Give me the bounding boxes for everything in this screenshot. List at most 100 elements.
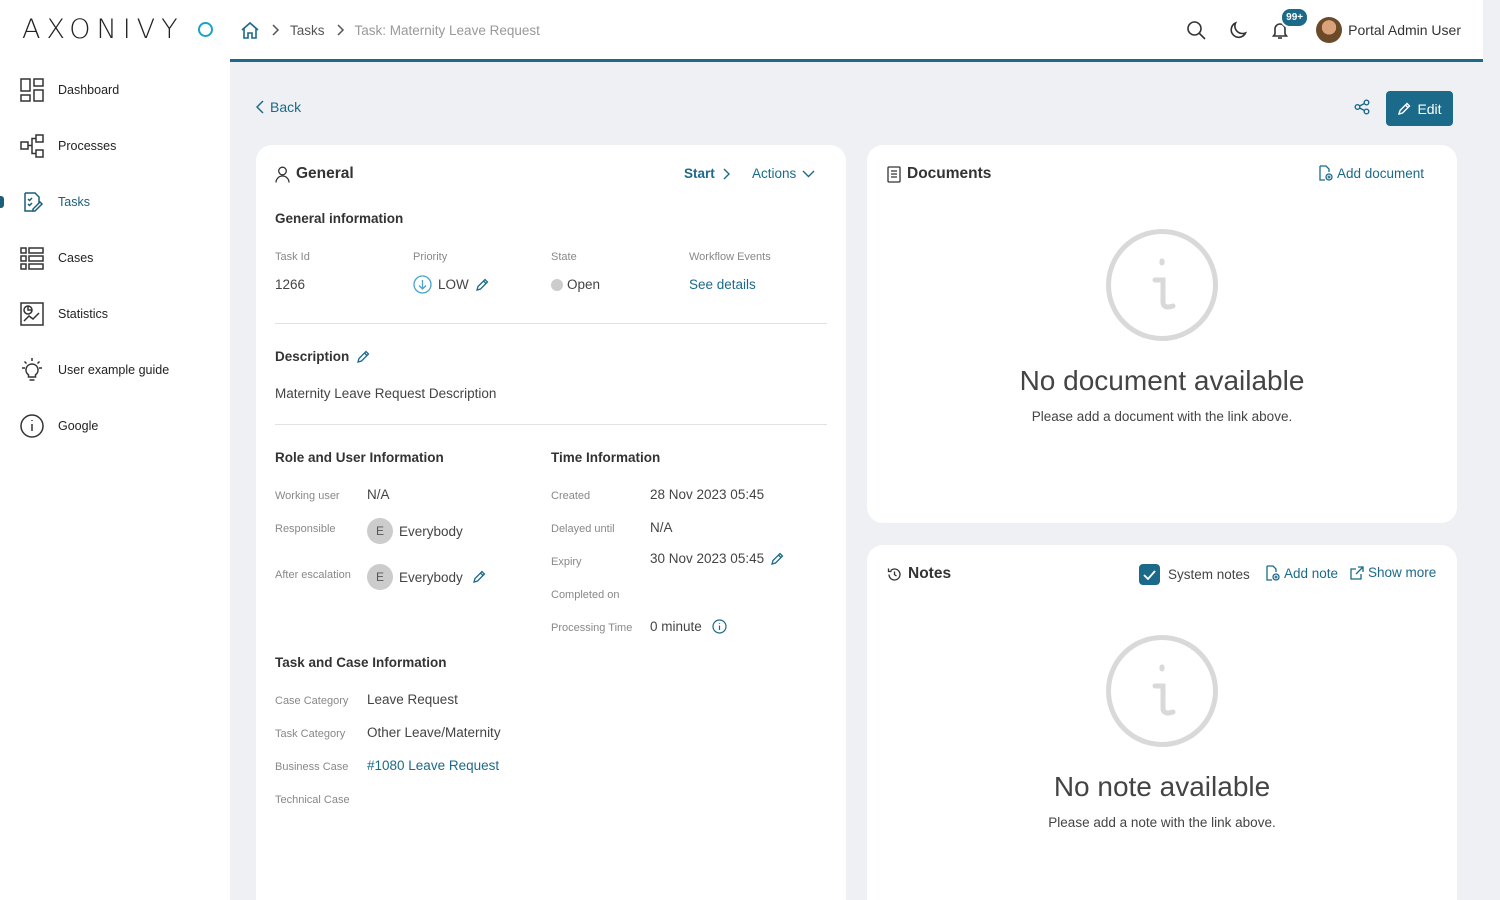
sidebar-item-label: Statistics — [58, 307, 109, 321]
top-header: Tasks Task: Maternity Leave Request 99+ … — [230, 0, 1483, 62]
edit-escalation-pencil-icon[interactable] — [472, 570, 486, 584]
sidebar-item-statistics[interactable]: Statistics — [0, 286, 230, 342]
statistics-icon — [19, 301, 45, 327]
documents-card: Documents Add document No document avail… — [867, 145, 1457, 523]
info-icon — [1106, 229, 1218, 341]
sidebar-item-label: Cases — [58, 251, 94, 265]
divider — [275, 323, 827, 324]
responsible-label: Responsible — [275, 523, 336, 535]
add-document-link[interactable]: Add document — [1318, 165, 1424, 181]
sidebar-item-dashboard[interactable]: Dashboard — [0, 62, 230, 118]
notes-title: Notes — [887, 565, 951, 583]
system-notes-toggle[interactable]: System notes — [1139, 564, 1250, 585]
general-card: General Start Actions General informatio… — [256, 145, 846, 900]
documents-empty-title: No document available — [1019, 365, 1305, 396]
escalation-avatar: E — [367, 564, 393, 590]
sidebar-item-label: User example guide — [58, 363, 170, 377]
task-id-value: 1266 — [275, 277, 306, 292]
after-escalation-value: E Everybody — [367, 564, 486, 590]
notification-count-badge: 99+ — [1280, 7, 1310, 28]
sidebar-item-label: Processes — [58, 139, 117, 153]
notes-empty-subtitle: Please add a note with the link above. — [1048, 815, 1276, 830]
sidebar-item-tasks[interactable]: Tasks — [0, 174, 230, 230]
sidebar-item-google[interactable]: Google — [0, 398, 230, 454]
dashboard-icon — [19, 77, 45, 103]
priority-label: Priority — [413, 251, 448, 263]
edit-expiry-pencil-icon[interactable] — [770, 552, 784, 566]
workflow-events-label: Workflow Events — [689, 251, 771, 263]
expiry-label: Expiry — [551, 556, 582, 568]
chevron-left-icon — [256, 100, 264, 114]
delayed-label: Delayed until — [551, 523, 615, 535]
start-button[interactable]: Start — [684, 166, 731, 181]
add-document-label: Add document — [1337, 165, 1425, 181]
edit-priority-pencil-icon[interactable] — [475, 278, 489, 292]
home-icon[interactable] — [240, 20, 260, 40]
cases-icon — [19, 245, 45, 271]
case-category-value: Leave Request — [367, 692, 458, 707]
chevron-right-icon — [723, 168, 730, 179]
logo-text: AXONIVY — [22, 13, 184, 45]
edit-label: Edit — [1417, 100, 1442, 117]
logo-circle-icon — [197, 21, 213, 37]
state-value: Open — [551, 277, 600, 292]
processing-value: 0 minute — [650, 619, 727, 634]
chevron-right-icon — [272, 24, 280, 36]
documents-title: Documents — [887, 165, 991, 183]
sidebar-item-label: Google — [58, 419, 99, 433]
chevron-down-icon — [802, 170, 815, 177]
back-label: Back — [270, 99, 302, 115]
back-button[interactable]: Back — [256, 99, 301, 115]
share-link-icon[interactable] — [1354, 99, 1370, 120]
dark-mode-moon-icon[interactable] — [1226, 18, 1250, 42]
taskcase-heading: Task and Case Information — [275, 655, 447, 670]
processing-label: Processing Time — [551, 622, 633, 634]
priority-text: LOW — [438, 277, 469, 292]
description-heading: Description — [275, 349, 370, 364]
sidebar-item-processes[interactable]: Processes — [0, 118, 230, 174]
processing-info-icon[interactable] — [712, 619, 727, 634]
notes-title-text: Notes — [908, 565, 952, 582]
role-heading: Role and User Information — [275, 450, 444, 465]
system-notes-checkbox[interactable] — [1139, 564, 1160, 585]
general-title-text: General — [296, 165, 354, 182]
edit-description-pencil-icon[interactable] — [356, 350, 370, 364]
task-category-value: Other Leave/Maternity — [367, 725, 501, 740]
sidebar-item-cases[interactable]: Cases — [0, 230, 230, 286]
lightbulb-icon — [19, 357, 45, 383]
add-document-icon — [1319, 165, 1333, 181]
show-more-link[interactable]: Show more — [1350, 565, 1436, 580]
business-case-link[interactable]: #1080 Leave Request — [367, 758, 499, 773]
responsible-text: Everybody — [399, 523, 463, 539]
created-value: 28 Nov 2023 05:45 — [650, 487, 765, 502]
user-avatar[interactable] — [1316, 17, 1343, 43]
sidebar-item-user-example-guide[interactable]: User example guide — [0, 342, 230, 398]
search-icon[interactable] — [1184, 18, 1208, 42]
axonivy-logo[interactable]: AXONIVY — [22, 13, 213, 45]
user-name[interactable]: Portal Admin User — [1348, 22, 1461, 38]
description-heading-text: Description — [275, 349, 350, 364]
edit-button[interactable]: Edit — [1386, 91, 1453, 126]
breadcrumb-tasks[interactable]: Tasks — [290, 23, 325, 38]
completed-label: Completed on — [551, 589, 620, 601]
description-text: Maternity Leave Request Description — [275, 386, 497, 401]
actions-label: Actions — [752, 166, 797, 181]
technical-case-label: Technical Case — [275, 794, 350, 806]
documents-title-text: Documents — [907, 165, 992, 182]
divider — [275, 424, 827, 425]
state-text: Open — [567, 277, 601, 292]
sidebar-item-label: Tasks — [58, 195, 90, 209]
add-note-link[interactable]: Add note — [1265, 565, 1338, 581]
notification-bell-icon[interactable]: 99+ — [1268, 7, 1310, 42]
breadcrumb: Tasks Task: Maternity Leave Request — [240, 20, 540, 40]
expiry-value: 30 Nov 2023 05:45 — [650, 551, 784, 566]
see-details-link[interactable]: See details — [689, 277, 756, 292]
pencil-icon — [1398, 102, 1411, 115]
after-escalation-label: After escalation — [275, 569, 351, 581]
state-dot-icon — [551, 278, 563, 291]
actions-dropdown[interactable]: Actions — [752, 166, 815, 181]
after-escalation-text: Everybody — [399, 569, 463, 585]
notes-card: Notes System notes Add note Show more No… — [867, 545, 1457, 900]
responsible-value: E Everybody — [367, 518, 463, 544]
task-id-label: Task Id — [275, 251, 310, 263]
